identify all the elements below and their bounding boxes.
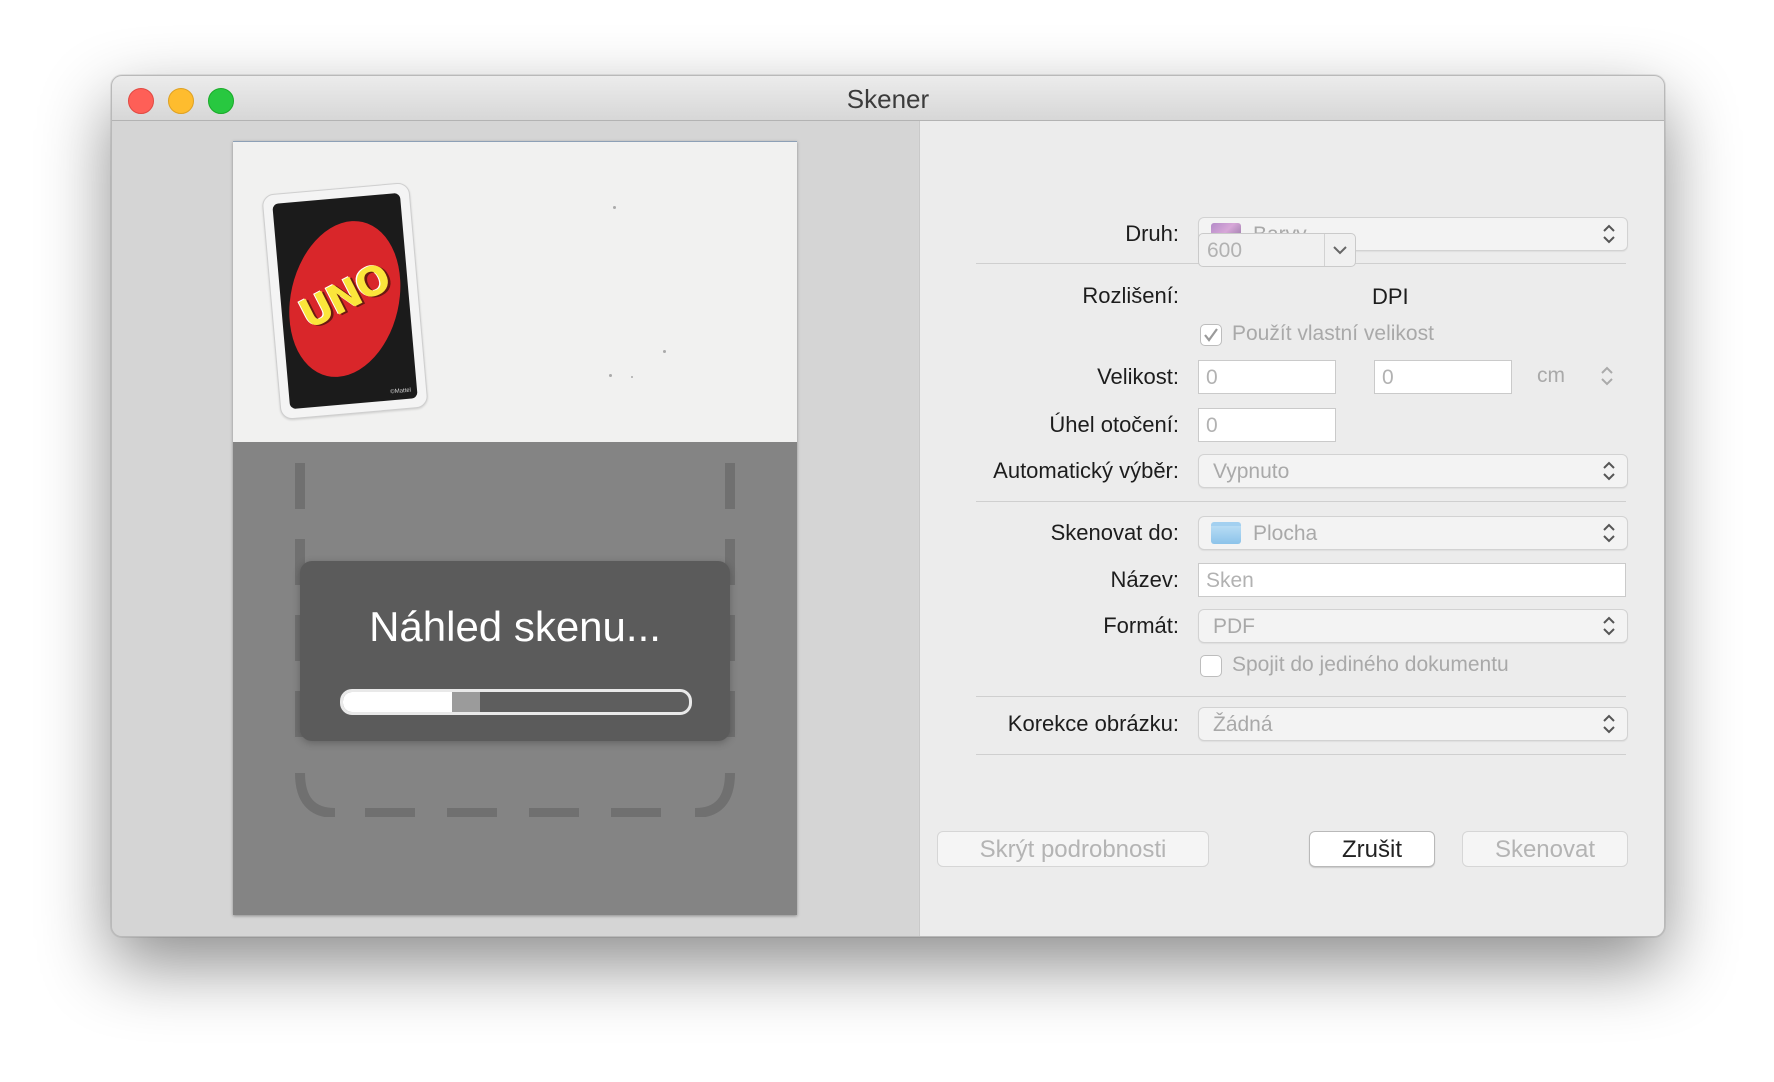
window-title: Skener — [846, 84, 930, 114]
card-copyright: ©Mattel — [390, 387, 412, 396]
skenovat-do-value: Plocha — [1253, 522, 1318, 545]
speck — [631, 376, 633, 378]
velikost-unit[interactable]: cm — [1537, 364, 1565, 388]
format-label: Formát: — [1103, 613, 1179, 638]
skenovat-do-label: Skenovat do: — [1050, 520, 1179, 545]
title-bar[interactable]: Skener — [112, 76, 1664, 121]
spojit-label: Spojit do jediného dokumentu — [1232, 653, 1509, 676]
uno-card: UNO ©Mattel — [261, 181, 429, 421]
up-down-chevron-icon — [1603, 224, 1615, 244]
checkmark-icon — [1204, 328, 1218, 342]
preview-pane: UNO ©Mattel Náhled skenu... — [112, 121, 918, 936]
up-down-chevron-icon — [1603, 616, 1615, 636]
skenovat-do-popup[interactable]: Plocha — [1198, 516, 1628, 550]
cancel-button[interactable]: Zrušit — [1309, 831, 1435, 867]
scan-preview-area[interactable]: UNO ©Mattel Náhled skenu... — [233, 141, 797, 915]
korekce-label: Korekce obrázku: — [1007, 711, 1179, 736]
separator — [976, 754, 1626, 755]
auto-vyber-popup[interactable]: Vypnuto — [1198, 454, 1628, 488]
up-down-chevron-icon — [1603, 714, 1615, 734]
hide-details-button[interactable]: Skrýt podrobnosti — [937, 831, 1209, 867]
speck — [663, 350, 666, 353]
progress-fill — [343, 692, 454, 712]
rozliseni-dropdown-button[interactable] — [1324, 234, 1355, 266]
nazev-label: Název: — [1110, 567, 1179, 592]
rozliseni-label: Rozlišení: — [1082, 283, 1179, 308]
scan-button[interactable]: Skenovat — [1462, 831, 1628, 867]
separator — [976, 501, 1626, 502]
velikost-label: Velikost: — [1097, 364, 1179, 389]
up-down-chevron-icon — [1603, 461, 1615, 481]
format-popup[interactable]: PDF — [1198, 609, 1628, 643]
korekce-value: Žádná — [1213, 713, 1273, 736]
scanner-window: Skener UNO ©Mattel Náhled skenu... Druh:… — [111, 75, 1665, 937]
preview-progress-bar — [340, 689, 692, 715]
preview-status-text: Náhled skenu... — [369, 603, 661, 650]
auto-vyber-label: Automatický výběr: — [993, 458, 1179, 483]
separator — [976, 696, 1626, 697]
format-value: PDF — [1213, 615, 1255, 638]
auto-vyber-value: Vypnuto — [1213, 460, 1290, 483]
rozliseni-combo[interactable]: 600 — [1198, 233, 1356, 267]
korekce-popup[interactable]: Žádná — [1198, 707, 1628, 741]
chevron-down-icon — [1333, 246, 1347, 255]
speck — [613, 206, 616, 209]
folder-icon — [1211, 522, 1241, 544]
scanned-image: UNO ©Mattel — [233, 141, 797, 442]
vlastni-velikost-label: Použít vlastní velikost — [1232, 322, 1434, 345]
settings-pane: Druh: Barvy Rozlišení: 600 DPI Použít vl… — [919, 121, 1664, 936]
unit-up-down-icon[interactable] — [1599, 364, 1615, 388]
rozliseni-value: 600 — [1207, 239, 1243, 262]
nazev-field[interactable]: Sken — [1198, 563, 1626, 597]
uhel-label: Úhel otočení: — [1049, 412, 1179, 437]
dpi-unit: DPI — [1372, 284, 1409, 309]
vlastni-velikost-checkbox[interactable] — [1200, 324, 1222, 346]
nazev-placeholder: Sken — [1206, 569, 1254, 592]
preview-progress-overlay: Náhled skenu... — [300, 561, 730, 741]
up-down-chevron-icon — [1603, 523, 1615, 543]
progress-indicator — [451, 692, 480, 712]
uhel-field[interactable]: 0 — [1198, 408, 1336, 442]
spojit-checkbox[interactable] — [1200, 655, 1222, 677]
druh-label: Druh: — [1125, 221, 1179, 246]
velikost-width-field[interactable]: 0 — [1198, 360, 1336, 394]
velikost-height-field[interactable]: 0 — [1374, 360, 1512, 394]
speck — [609, 374, 612, 377]
